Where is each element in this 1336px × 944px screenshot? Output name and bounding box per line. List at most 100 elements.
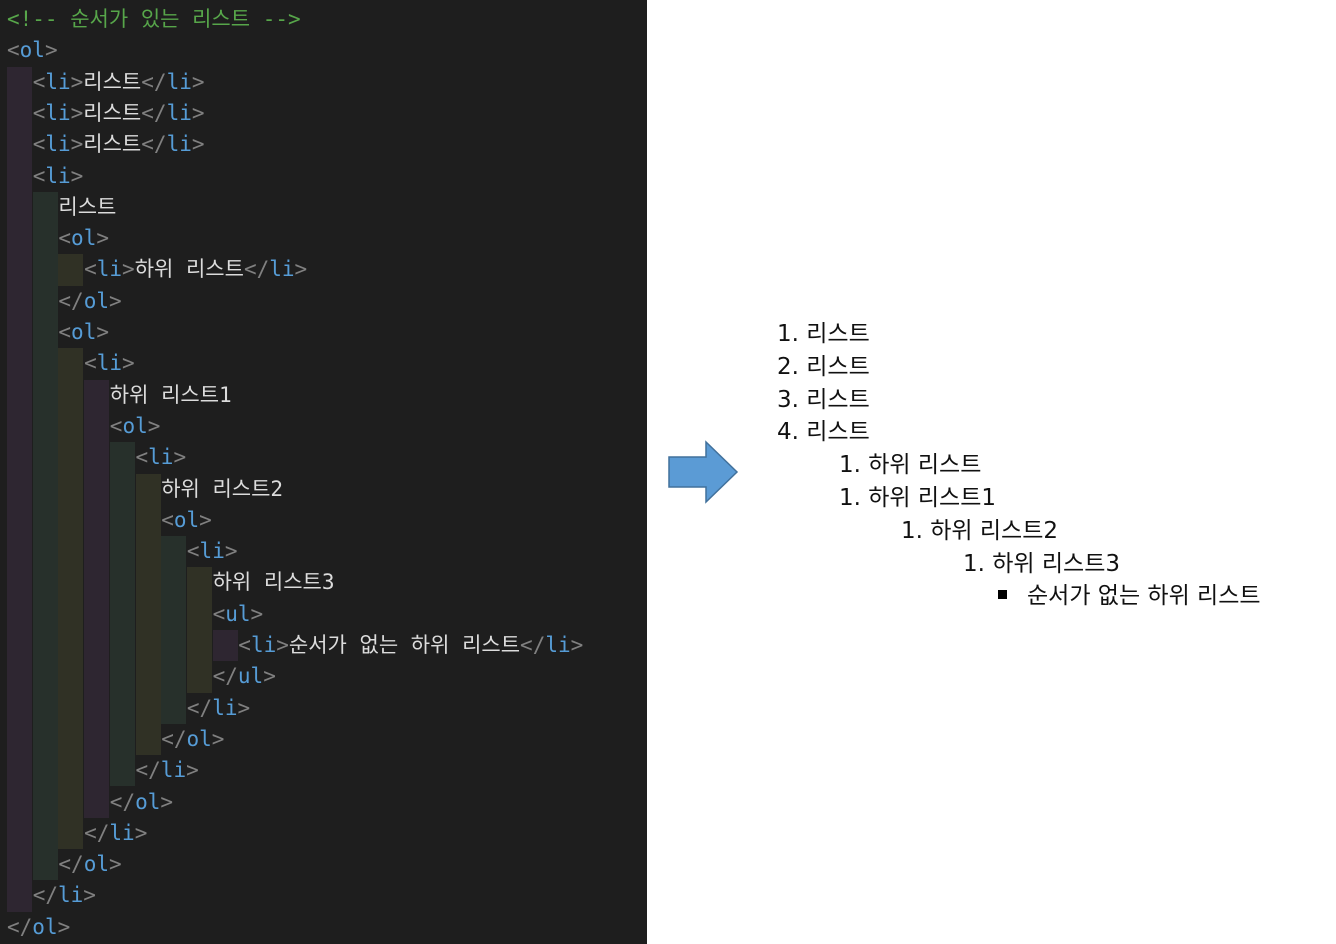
code-line: <ol>	[161, 505, 212, 536]
code-token-tag: ul	[225, 601, 251, 626]
code-line: <li>하위 리스트</li>	[84, 254, 307, 285]
code-token-punct: <	[32, 100, 46, 125]
code-token-tag: li	[57, 883, 84, 908]
code-token-tag: li	[166, 69, 192, 94]
code-token-punct: >	[122, 351, 135, 376]
code-token-punct: >	[199, 507, 212, 532]
code-line: <li>	[33, 161, 84, 192]
code-token-tag: ol	[173, 507, 200, 532]
code-line: </ol>	[58, 849, 121, 880]
indent-guide	[109, 442, 135, 787]
code-token-punct: </	[161, 726, 187, 751]
code-token-punct: >	[147, 413, 161, 438]
code-token-punct: >	[57, 914, 71, 939]
code-token-punct: <	[84, 257, 97, 282]
code-line: </li>	[33, 880, 96, 911]
code-token-tag: ul	[237, 664, 264, 689]
code-token-punct: >	[186, 758, 199, 783]
code-token-punct: </	[141, 69, 167, 94]
code-token-punct: <	[32, 69, 46, 94]
list-item: 4. 리스트	[777, 416, 870, 449]
code-token-punct: >	[191, 132, 205, 157]
code-token-punct: <	[186, 539, 200, 564]
code-line: </li>	[84, 818, 147, 849]
code-token-punct: >	[70, 132, 84, 157]
list-marker: 1.	[839, 485, 861, 511]
code-token-tag: ol	[83, 288, 109, 313]
list-item: 1. 하위 리스트	[839, 449, 981, 482]
list-marker: 1.	[901, 517, 923, 544]
list-marker: 1.	[963, 550, 985, 577]
code-token-tag: ol	[83, 852, 109, 877]
code-token-punct: <	[161, 507, 174, 532]
list-item: 1. 리스트	[777, 318, 870, 351]
code-token-txt: 하위 리스트3	[212, 570, 335, 595]
code-token-punct: >	[108, 288, 122, 313]
code-token-punct: </	[141, 132, 167, 157]
code-token-punct: >	[70, 100, 84, 125]
code-line: <!-- 순서가 있는 리스트 -->	[7, 4, 301, 35]
code-token-tag: li	[160, 758, 187, 783]
code-token-tag: li	[96, 257, 123, 282]
code-token-punct: >	[160, 789, 174, 814]
code-token-punct: >	[96, 320, 109, 344]
code-line: <li>리스트</li>	[33, 98, 205, 129]
code-line: <ol>	[7, 35, 58, 66]
code-token-punct: <	[58, 226, 72, 251]
code-token-punct: >	[250, 601, 264, 626]
square-bullet-icon	[998, 590, 1007, 600]
list-marker: 1.	[839, 452, 861, 479]
code-token-punct: >	[276, 633, 289, 657]
code-token-punct: </	[109, 789, 136, 814]
code-token-punct: >	[44, 38, 58, 63]
code-token-txt: 리스트	[83, 69, 142, 94]
code-line: </ol>	[110, 787, 173, 818]
code-token-punct: <	[58, 320, 72, 344]
code-token-punct: </	[84, 820, 110, 845]
list-marker: 4.	[777, 419, 799, 446]
code-token-tag: ol	[71, 320, 97, 344]
list-item: 순서가 없는 하위 리스트	[998, 580, 1261, 613]
list-item-text: 리스트	[806, 321, 870, 347]
code-token-tag: ol	[122, 413, 148, 438]
list-marker: 3.	[777, 386, 799, 413]
code-token-punct: </	[186, 695, 213, 720]
code-token-tag: li	[45, 163, 71, 188]
code-token-tag: ol	[19, 38, 45, 63]
code-line: <ol>	[58, 223, 109, 254]
code-token-punct: </	[32, 883, 58, 908]
code-token-punct: </	[212, 664, 238, 689]
indent-guide	[84, 379, 110, 818]
code-line: <li>순서가 없는 하위 리스트</li>	[238, 630, 583, 661]
code-token-txt: 하위 리스트	[134, 257, 244, 282]
code-line: <li>	[84, 348, 135, 379]
code-token-txt: 리스트	[83, 100, 142, 125]
indent-guide	[161, 536, 187, 724]
list-item: 2. 리스트	[777, 351, 870, 384]
code-editor[interactable]: <!-- 순서가 있는 리스트 --> <ol> <li>리스트</li> <li>리…	[0, 0, 647, 944]
list-item-text: 하위 리스트3	[992, 550, 1121, 577]
code-token-tag: li	[199, 539, 225, 564]
list-item: 3. 리스트	[777, 384, 870, 417]
code-token-punct: >	[237, 695, 251, 720]
code-line: <li>	[136, 442, 187, 473]
code-token-punct: <	[109, 413, 123, 438]
code-token-punct: <	[32, 132, 46, 157]
indent-guide	[212, 630, 238, 662]
code-token-punct: <	[32, 163, 46, 188]
code-line: </li>	[187, 693, 250, 724]
list-item-text: 하위 리스트2	[930, 517, 1059, 544]
indent-guide	[135, 473, 161, 756]
code-token-punct: >	[122, 257, 135, 282]
code-token-tag: li	[109, 820, 135, 845]
code-token-punct: >	[96, 226, 109, 251]
code-token-tag: li	[148, 445, 174, 470]
code-token-tag: li	[45, 100, 71, 125]
list-item-text: 하위 리스트	[868, 452, 982, 479]
code-token-punct: </	[141, 100, 167, 125]
code-token-tag: ol	[135, 789, 161, 814]
list-item-text: 하위 리스트1	[868, 485, 997, 511]
code-line: <ol>	[58, 317, 109, 348]
code-token-tag: li	[166, 132, 192, 157]
code-line: </ol>	[161, 724, 224, 755]
